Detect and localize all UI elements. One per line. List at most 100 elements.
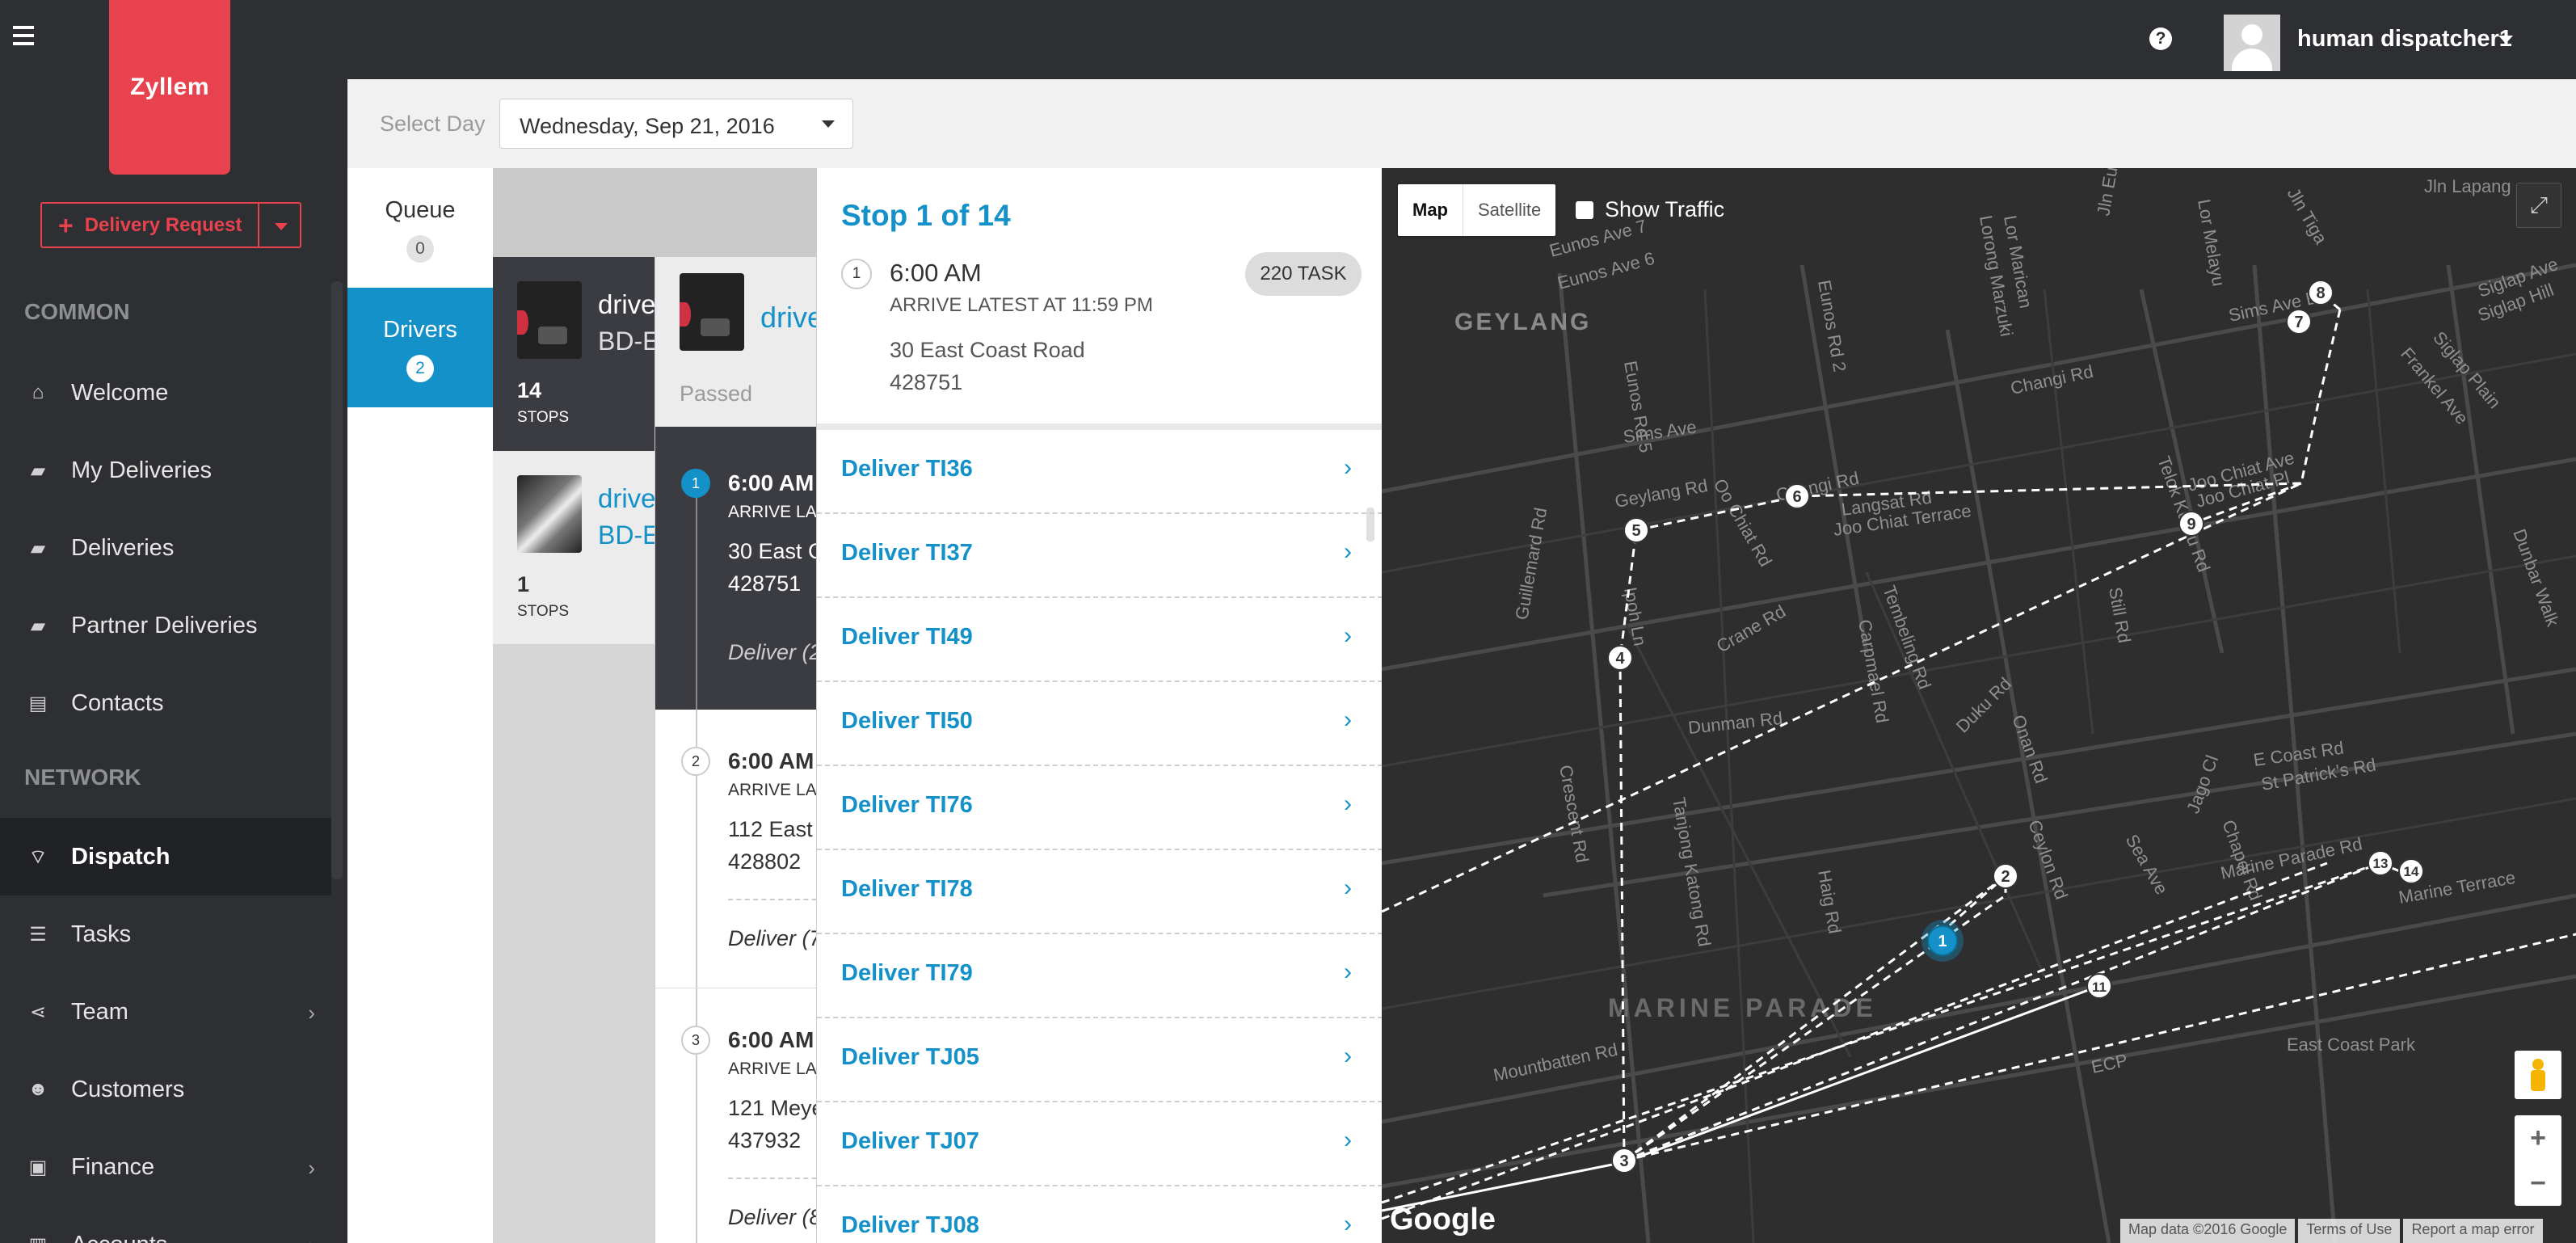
street-view-pegman-icon[interactable]	[2515, 1051, 2561, 1099]
hamburger-icon[interactable]	[13, 26, 34, 50]
sidebar-item-welcome[interactable]: ⌂ Welcome	[0, 354, 331, 432]
driver-plate: BD-E	[598, 327, 655, 356]
zoom-out-button[interactable]: −	[2515, 1161, 2561, 1206]
task-row[interactable]: Deliver TI50 ›	[817, 682, 1382, 766]
sidebar-item-label: Contacts	[71, 689, 164, 716]
map[interactable]: GEYLANG MARINE PARADE Sims Ave Geylang R…	[1382, 168, 2576, 1243]
map-type-map-button[interactable]: Map	[1398, 184, 1463, 236]
chevron-right-icon: ›	[1344, 1127, 1352, 1153]
divider	[728, 899, 816, 900]
day-select[interactable]: Wednesday, Sep 21, 2016	[499, 99, 853, 149]
sidebar-item-finance[interactable]: ▣ Finance ›	[0, 1128, 331, 1206]
logo[interactable]: Zyllem	[109, 0, 230, 175]
task-row[interactable]: Deliver TI79 ›	[817, 934, 1382, 1018]
caret-down-icon[interactable]	[2498, 36, 2513, 44]
task-row[interactable]: Deliver TI37 ›	[817, 514, 1382, 598]
driver-card[interactable]: drive BD-E 1 STOPS	[493, 451, 655, 645]
street-label: Crescent Rd	[1555, 764, 1593, 865]
route-marker[interactable]: 6	[1784, 483, 1810, 509]
driver-card[interactable]: drive BD-E 14 STOPS	[493, 257, 655, 451]
task-label: Deliver TI37	[841, 540, 973, 566]
route-marker[interactable]: 4	[1607, 645, 1633, 671]
svg-text:8: 8	[2316, 284, 2325, 302]
svg-text:4: 4	[1615, 650, 1625, 668]
tab-drivers[interactable]: Drivers 2	[347, 288, 493, 407]
chevron-right-icon: ›	[1344, 1211, 1352, 1237]
task-label: Deliver TJ08	[841, 1212, 979, 1238]
fullscreen-icon[interactable]: ⤢	[2516, 183, 2561, 228]
home-icon: ⌂	[32, 381, 44, 403]
route-marker[interactable]: 8	[2308, 280, 2334, 305]
sidebar-item-team[interactable]: ⋖ Team ›	[0, 973, 331, 1051]
task-row[interactable]: Deliver TI36 ›	[817, 430, 1382, 514]
queue-count: 0	[406, 235, 434, 263]
stop-address-line2: 428802	[728, 849, 802, 874]
sidebar-item-deliveries[interactable]: ▰ Deliveries	[0, 509, 331, 587]
street-label: Sea Ave	[2122, 831, 2172, 898]
stop-number: 2	[681, 747, 710, 776]
delivery-request-button[interactable]: + Delivery Request	[40, 202, 260, 248]
task-row[interactable]: Deliver TJ07 ›	[817, 1102, 1382, 1186]
sidebar-item-my-deliveries[interactable]: ▰ My Deliveries	[0, 432, 331, 509]
driver-photo	[517, 475, 582, 553]
task-row[interactable]: Deliver TI49 ›	[817, 598, 1382, 682]
street-label: Duku Rd	[1952, 673, 2015, 736]
route-marker[interactable]: 9	[2178, 511, 2204, 537]
route-marker[interactable]: 13	[2368, 850, 2393, 876]
route-marker[interactable]: 5	[1623, 517, 1649, 543]
route-marker[interactable]: 2	[1993, 863, 2018, 889]
route-marker[interactable]: 11	[2086, 973, 2112, 999]
route-marker[interactable]: 14	[2398, 858, 2424, 884]
map-canvas[interactable]: GEYLANG MARINE PARADE Sims Ave Geylang R…	[1382, 168, 2576, 1243]
timeline-stop[interactable]: 1 6:00 AM ARRIVE LA 30 East C 428751 Del…	[655, 427, 816, 710]
show-traffic-toggle[interactable]: Show Traffic	[1576, 197, 1724, 222]
timeline-stop[interactable]: 2 6:00 AM ARRIVE LA 112 East 428802 Deli…	[655, 710, 816, 988]
divider	[728, 1178, 816, 1179]
avatar[interactable]	[2224, 15, 2280, 71]
svg-text:13: 13	[2373, 856, 2389, 871]
street-label: Still Rd	[2105, 586, 2135, 645]
map-type-satellite-button[interactable]: Satellite	[1463, 184, 1555, 236]
sidebar-item-tasks[interactable]: ☰ Tasks	[0, 895, 331, 973]
stop-number: 1	[841, 259, 872, 289]
driver-stops: 14	[517, 378, 542, 402]
timeline-header: drive Passed	[655, 168, 816, 427]
traffic-checkbox[interactable]	[1576, 200, 1593, 219]
task-row[interactable]: Deliver TJ05 ›	[817, 1018, 1382, 1102]
timeline-stop[interactable]: 3 6:00 AM ARRIVE LA 121 Meye 437932 Deli…	[655, 988, 816, 1243]
task-row[interactable]: Deliver TJ08 ›	[817, 1186, 1382, 1243]
street-label: Jago Cl	[2182, 752, 2222, 816]
timeline-driver-name[interactable]: drive	[760, 301, 816, 335]
task-row[interactable]: Deliver TI78 ›	[817, 850, 1382, 934]
task-label: Deliver TI36	[841, 456, 973, 482]
chevron-right-icon: ›	[1344, 874, 1352, 901]
sidebar-item-label: Team	[71, 998, 128, 1025]
stop-address-line1: 121 Meye	[728, 1096, 816, 1120]
delivery-request-dropdown[interactable]	[259, 202, 302, 248]
sidebar-item-partner-deliveries[interactable]: ▰ Partner Deliveries	[0, 587, 331, 664]
route-marker[interactable]: 7	[2286, 309, 2312, 335]
book-icon: ▤	[28, 692, 48, 714]
users-icon: ☻	[27, 1078, 48, 1100]
sidebar-item-contacts[interactable]: ▤ Contacts	[0, 664, 331, 742]
current-stop-marker[interactable]: 1	[1921, 920, 1964, 962]
stop-address-line2: 437932	[728, 1128, 802, 1152]
question-circle-icon[interactable]: ?	[2149, 27, 2172, 50]
tab-queue[interactable]: Queue 0	[347, 168, 493, 288]
user-name[interactable]: human dispatcher1	[2297, 26, 2512, 53]
task-row[interactable]: Deliver TI76 ›	[817, 766, 1382, 850]
stop-arrive: ARRIVE LA	[728, 503, 816, 521]
chevron-right-icon: ›	[1344, 706, 1352, 733]
zoom-in-button[interactable]: +	[2515, 1115, 2561, 1161]
route-marker[interactable]: 3	[1611, 1148, 1637, 1173]
terms-of-use-link[interactable]: Terms of Use	[2298, 1219, 2401, 1243]
sidebar-scrollbar[interactable]	[331, 281, 343, 879]
sidebar-item-label: Tasks	[71, 921, 132, 947]
drivers-label: Drivers	[383, 317, 457, 343]
driver-list-header	[493, 168, 655, 257]
sidebar-item-accounts[interactable]: ▥ Accounts ›	[0, 1206, 331, 1243]
sidebar-item-dispatch[interactable]: ⌔ Dispatch	[0, 818, 331, 895]
report-map-error-link[interactable]: Report a map error	[2403, 1219, 2543, 1243]
sidebar-item-customers[interactable]: ☻ Customers	[0, 1051, 331, 1128]
street-label: ECP	[2090, 1050, 2129, 1077]
